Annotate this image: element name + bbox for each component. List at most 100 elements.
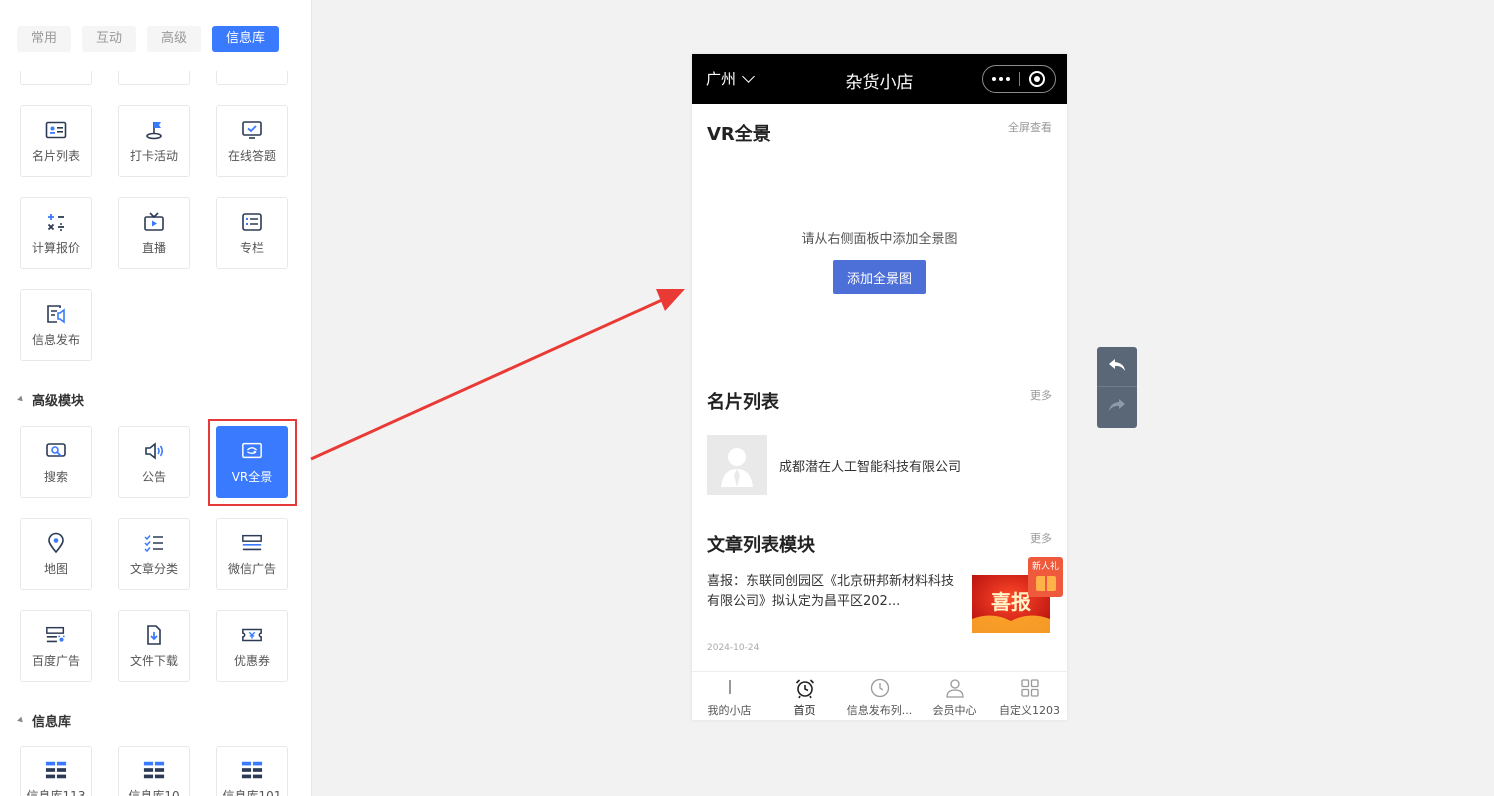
component-check-in[interactable]: 打卡活动 (118, 105, 190, 177)
component-panel: 常用 互动 高级 信息库 名片列表 打卡活动 在线答题 计算报价 直播 专栏 信… (0, 0, 312, 796)
component-label: 地图 (43, 561, 68, 576)
component-business-card-list[interactable]: 名片列表 (20, 105, 92, 177)
article-date: 2024-10-24 (707, 643, 760, 653)
add-panorama-button[interactable]: 添加全景图 (833, 260, 926, 294)
undo-button[interactable] (1097, 347, 1137, 387)
quiz-monitor-icon (241, 119, 263, 141)
component-label: 微信广告 (227, 561, 276, 576)
component-item-partial[interactable] (118, 71, 190, 85)
undo-redo-panel (1097, 347, 1137, 428)
redo-button[interactable] (1097, 387, 1137, 427)
component-label: 搜索 (43, 469, 68, 484)
miniprogram-capsule (982, 65, 1056, 93)
close-miniprogram-button[interactable] (1020, 66, 1056, 92)
component-announcement[interactable]: 公告 (118, 426, 190, 498)
component-label: 文件下载 (129, 653, 178, 668)
tab-info-library[interactable]: 信息库 (212, 26, 280, 52)
more-menu-button[interactable] (983, 66, 1019, 92)
component-file-download[interactable]: 文件下载 (118, 610, 190, 682)
tab-common[interactable]: 常用 (17, 26, 72, 52)
tabbar-item-home[interactable]: 首页 (767, 672, 842, 720)
redo-icon (1107, 397, 1127, 417)
component-label: 公告 (141, 469, 166, 484)
tabbar-item-my-store[interactable]: 我的小店 (692, 672, 767, 720)
card-list-title: 名片列表 (707, 392, 779, 413)
more-dots-icon (991, 77, 1010, 81)
component-live[interactable]: 直播 (118, 197, 190, 269)
svg-text:喜报: 喜报 (991, 590, 1031, 614)
section-title-advanced[interactable]: 高级模块 (17, 390, 84, 409)
tabbar-item-member-center[interactable]: 会员中心 (917, 672, 992, 720)
article-list-title: 文章列表模块 (707, 535, 815, 556)
component-label: 打卡活动 (129, 148, 178, 163)
business-card-icon (45, 119, 67, 141)
component-item-partial[interactable] (20, 71, 92, 85)
clock-icon (869, 677, 891, 699)
article-list-more-link[interactable]: 更多 (1030, 530, 1052, 546)
file-download-icon (143, 624, 165, 646)
component-wechat-ad[interactable]: 微信广告 (216, 518, 288, 590)
alarm-clock-icon (794, 677, 816, 699)
collapse-triangle-icon (17, 716, 25, 725)
article-category-icon (143, 532, 165, 554)
announcement-speaker-icon (143, 440, 165, 462)
bottom-tab-bar: 我的小店 首页 信息发布列... 会员中心 自定义1203 (692, 671, 1067, 720)
component-label: 信息库113 (26, 789, 86, 796)
component-label: 信息发布 (31, 332, 80, 347)
new-user-gift-badge[interactable]: 新人礼 (1028, 557, 1063, 597)
phone-header: 广州 杂货小店 (692, 54, 1067, 104)
component-item-partial[interactable] (216, 71, 288, 85)
undo-icon (1107, 357, 1127, 377)
component-label: 优惠券 (233, 653, 270, 668)
component-label: 在线答题 (227, 148, 276, 163)
tab-interactive[interactable]: 互动 (82, 26, 137, 52)
component-info-publish[interactable]: 信息发布 (20, 289, 92, 361)
card-list-more-link[interactable]: 更多 (1030, 387, 1052, 403)
component-label: 信息库101 (222, 789, 282, 796)
component-label: 直播 (141, 240, 166, 255)
column-list-icon (241, 211, 263, 233)
tv-live-icon (143, 211, 165, 233)
component-info-library-101[interactable]: 信息库101 (216, 746, 288, 796)
map-pin-icon (45, 532, 67, 554)
component-label: 百度广告 (31, 653, 80, 668)
tabbar-item-custom-1203[interactable]: 自定义1203 (992, 672, 1067, 720)
component-map[interactable]: 地图 (20, 518, 92, 590)
component-calculator-quote[interactable]: 计算报价 (20, 197, 92, 269)
component-label: 专栏 (239, 240, 264, 255)
baidu-ad-icon (45, 624, 67, 646)
target-circle-icon (1029, 71, 1046, 87)
grid-table-icon (241, 759, 263, 781)
search-icon (45, 440, 67, 462)
vr-empty-hint: 请从右侧面板中添加全景图 (801, 232, 958, 247)
component-info-library-113[interactable]: 信息库113 (20, 746, 92, 796)
component-article-category[interactable]: 文章分类 (118, 518, 190, 590)
grid-icon (1019, 677, 1041, 699)
component-search[interactable]: 搜索 (20, 426, 92, 498)
section-title-info-library[interactable]: 信息库 (17, 711, 71, 730)
component-info-library-10[interactable]: 信息库10 (118, 746, 190, 796)
phone-preview: 广州 杂货小店 VR全景 全屏查看 请从右侧面板中添加全景图 添加全景图 名片列… (692, 54, 1067, 720)
check-in-flag-icon (143, 119, 165, 141)
vr-fullscreen-link[interactable]: 全屏查看 (1008, 119, 1052, 135)
avatar (707, 435, 767, 495)
article-title[interactable]: 喜报：东联同创园区《北京研邦新材料科技有限公司》拟认定为昌平区202... (707, 572, 957, 612)
tab-advanced[interactable]: 高级 (147, 26, 202, 52)
info-publish-icon (45, 303, 67, 325)
collapse-triangle-icon (17, 395, 25, 404)
highlight-box (208, 419, 297, 506)
gift-icon (1035, 576, 1056, 591)
store-icon (719, 677, 741, 699)
tabbar-item-info-publish-list[interactable]: 信息发布列... (842, 672, 917, 720)
component-coupon[interactable]: 优惠券 (216, 610, 288, 682)
component-column[interactable]: 专栏 (216, 197, 288, 269)
component-baidu-ad[interactable]: 百度广告 (20, 610, 92, 682)
coupon-icon (241, 624, 263, 646)
card-company-name[interactable]: 成都潜在人工智能科技有限公司 (779, 456, 961, 475)
component-label: 信息库10 (128, 789, 180, 796)
component-online-quiz[interactable]: 在线答题 (216, 105, 288, 177)
grid-table-icon (45, 759, 67, 781)
calculator-icon (45, 211, 67, 233)
user-icon (944, 677, 966, 699)
component-label: 名片列表 (31, 148, 80, 163)
